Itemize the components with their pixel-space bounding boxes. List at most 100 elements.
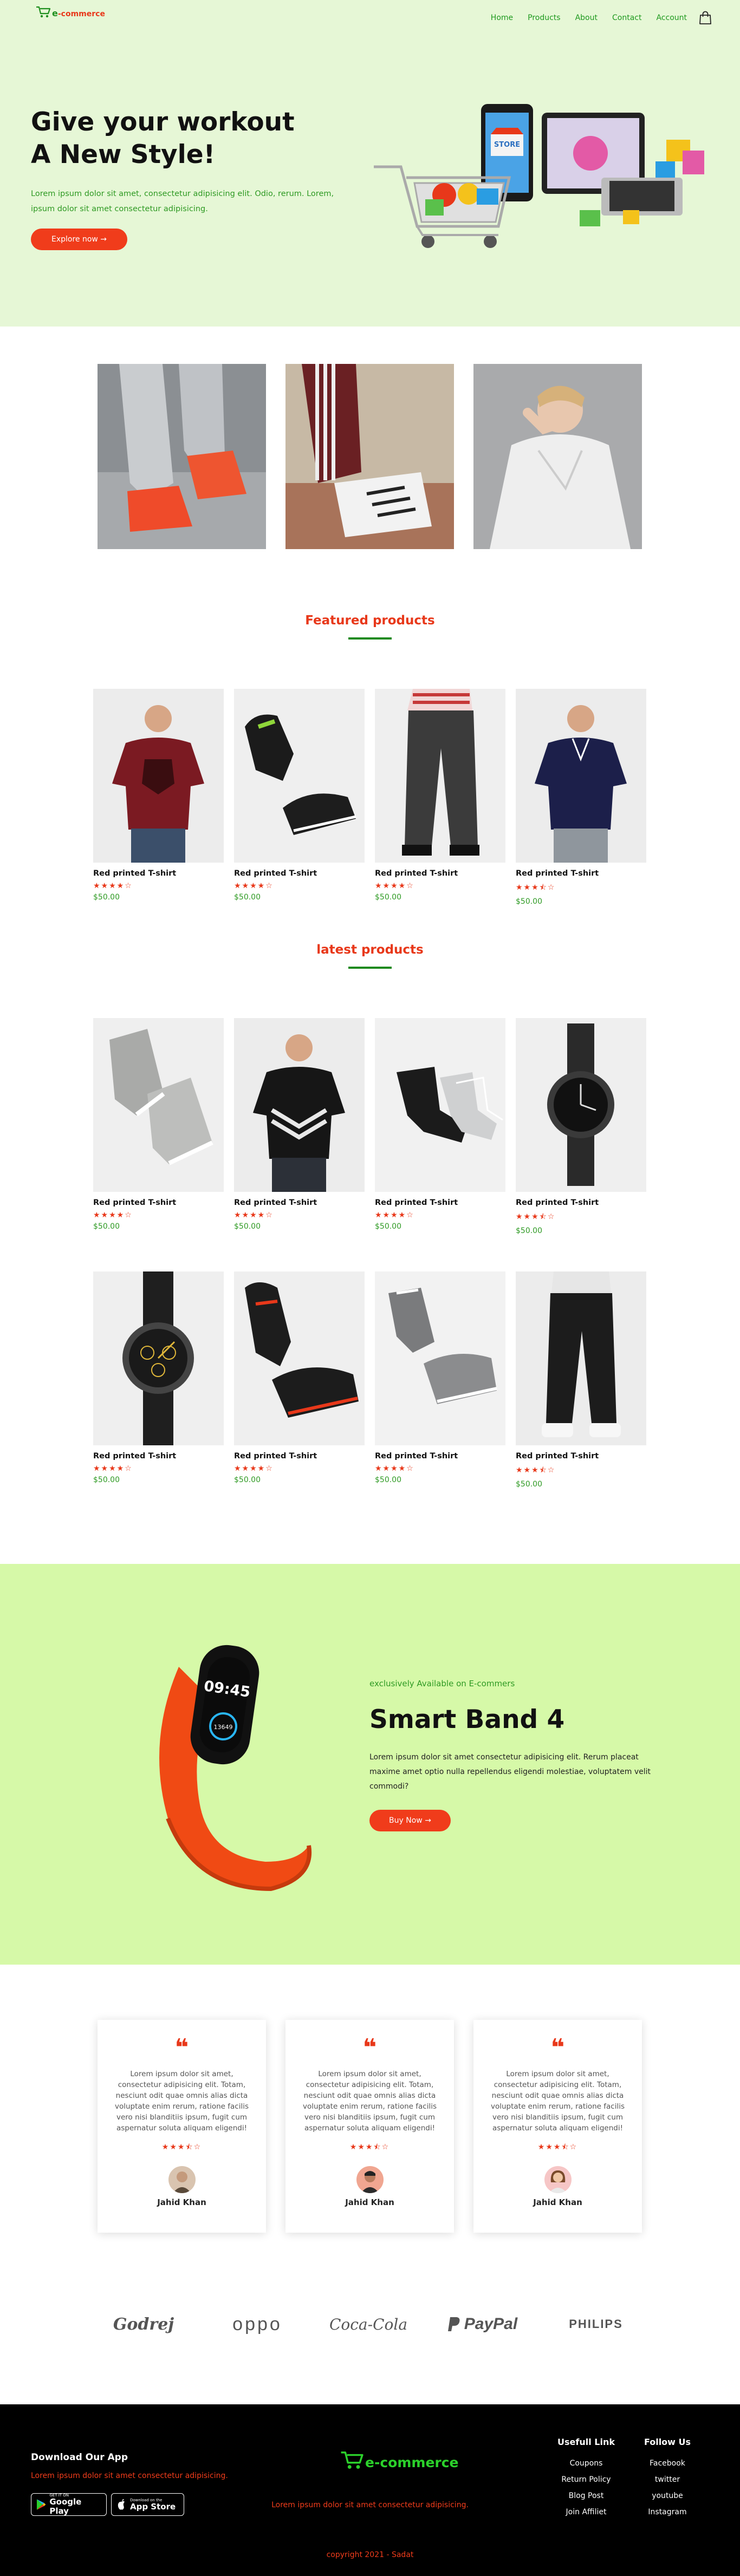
product-image-black-puma-tshirt[interactable] — [234, 1018, 365, 1192]
product-card[interactable]: Red printed T-shirt ★★★★☆ $50.00 — [375, 689, 505, 902]
testimonial-author: Jahid Khan — [533, 2197, 582, 2207]
product-name[interactable]: Red printed T-shirt — [93, 869, 224, 878]
brand-logo-cocacola[interactable]: Coca-Cola — [328, 2308, 409, 2340]
product-card[interactable]: Red printed T-shirt ★★★★☆ $50.00 — [93, 689, 224, 902]
product-name[interactable]: Red printed T-shirt — [516, 1452, 646, 1460]
product-name[interactable]: Red printed T-shirt — [234, 1198, 365, 1207]
footer-link-youtube[interactable]: youtube — [640, 2492, 694, 2500]
product-name[interactable]: Red printed T-shirt — [375, 1198, 505, 1207]
product-price: $50.00 — [375, 1476, 401, 1484]
testimonial-author: Jahid Khan — [345, 2197, 394, 2207]
product-name[interactable]: Red printed T-shirt — [234, 869, 365, 878]
shopping-bag-icon[interactable] — [699, 11, 712, 25]
product-card[interactable]: Red printed T-shirt ★★★⯪☆ $50.00 — [516, 1018, 646, 1235]
quote-icon: ❝ — [174, 2034, 189, 2062]
useful-links-title: Usefull Link — [557, 2437, 615, 2447]
category-image-striped-pants[interactable] — [285, 364, 454, 549]
product-image-black-watch[interactable] — [516, 1018, 646, 1192]
product-image-socks[interactable] — [375, 1018, 505, 1192]
product-card[interactable]: Red printed T-shirt ★★★★☆ $50.00 — [234, 1271, 365, 1484]
testimonial-card: ❝ Lorem ipsum dolor sit amet, consectetu… — [285, 2020, 454, 2233]
product-card[interactable]: Red printed T-shirt ★★★★☆ $50.00 — [375, 1271, 505, 1484]
product-rating-stars: ★★★★☆ — [93, 1464, 133, 1473]
footer-tagline: Lorem ipsum dolor sit amet consectetur a… — [271, 2501, 469, 2509]
testimonial-rating-stars: ★★★⯪☆ — [161, 2143, 202, 2151]
avatar — [356, 2166, 384, 2193]
nav-products[interactable]: Products — [528, 14, 560, 22]
quote-icon: ❝ — [362, 2034, 377, 2062]
footer-link-twitter[interactable]: twitter — [640, 2475, 694, 2484]
product-rating-stars: ★★★★☆ — [375, 1464, 414, 1473]
product-price: $50.00 — [375, 1222, 401, 1231]
nav-account[interactable]: Account — [656, 14, 687, 22]
quote-icon: ❝ — [550, 2034, 565, 2062]
product-card[interactable]: Red printed T-shirt ★★★★☆ $50.00 — [234, 1018, 365, 1231]
footer-link-facebook[interactable]: Facebook — [640, 2459, 694, 2468]
brand-logo-philips[interactable]: PHILIPS — [558, 2308, 634, 2340]
product-name[interactable]: Red printed T-shirt — [93, 1452, 224, 1460]
product-rating-stars: ★★★★☆ — [375, 1211, 414, 1219]
footer-link-blog-post[interactable]: Blog Post — [554, 2492, 619, 2500]
testimonial-rating-stars: ★★★⯪☆ — [537, 2143, 578, 2151]
product-image-red-tshirt[interactable] — [93, 689, 224, 863]
product-image-grey-running-shoes[interactable] — [375, 1271, 505, 1445]
product-image-black-shoes[interactable] — [234, 689, 365, 863]
footer-download-subtitle: Lorem ipsum dolor sit amet consectetur a… — [31, 2471, 228, 2480]
buy-now-button[interactable]: Buy Now → — [369, 1810, 451, 1831]
product-price: $50.00 — [375, 893, 401, 902]
footer-link-instagram[interactable]: Instagram — [640, 2508, 694, 2516]
product-card[interactable]: Red printed T-shirt ★★★★☆ $50.00 — [375, 1018, 505, 1231]
testimonial-card: ❝ Lorem ipsum dolor sit amet, consectetu… — [473, 2020, 642, 2233]
product-rating-stars: ★★★★☆ — [234, 882, 274, 890]
featured-title: Featured products — [305, 614, 435, 628]
latest-title-underline — [348, 967, 392, 969]
brand-logo-paypal[interactable]: PayPal — [436, 2308, 528, 2340]
product-rating-stars: ★★★★☆ — [93, 1211, 133, 1219]
product-name[interactable]: Red printed T-shirt — [93, 1198, 224, 1207]
product-price: $50.00 — [516, 1227, 542, 1235]
product-name[interactable]: Red printed T-shirt — [375, 869, 505, 878]
product-card[interactable]: Red printed T-shirt ★★★★☆ $50.00 — [93, 1018, 224, 1231]
product-image-chrono-watch[interactable] — [93, 1271, 224, 1445]
footer-link-return-policy[interactable]: Return Policy — [554, 2475, 619, 2484]
product-card[interactable]: Red printed T-shirt ★★★★☆ $50.00 — [234, 689, 365, 902]
nav-home[interactable]: Home — [491, 14, 513, 22]
site-logo[interactable]: e-commerce — [36, 5, 105, 18]
product-price: $50.00 — [93, 1222, 120, 1231]
product-image-grey-high-tops[interactable] — [93, 1018, 224, 1192]
avatar — [168, 2166, 196, 2193]
brand-logo-godrej[interactable]: Godrej — [106, 2308, 181, 2340]
explore-now-button[interactable]: Explore now → — [31, 229, 127, 250]
product-name[interactable]: Red printed T-shirt — [234, 1452, 365, 1460]
footer-link-join-affiliate[interactable]: Join Affiliet — [554, 2508, 619, 2516]
logo-text: e-commerce — [52, 8, 105, 18]
category-image-hoodie-model[interactable] — [473, 364, 642, 549]
product-name[interactable]: Red printed T-shirt — [516, 1198, 646, 1207]
product-card[interactable]: Red printed T-shirt ★★★★☆ $50.00 — [93, 1271, 224, 1484]
category-image-sneakers[interactable] — [98, 364, 266, 549]
product-rating-stars: ★★★⯪☆ — [516, 883, 556, 892]
product-rating-stars: ★★★★☆ — [234, 1464, 274, 1473]
product-card[interactable]: Red printed T-shirt ★★★⯪☆ $50.00 — [516, 689, 646, 906]
product-image-navy-polo[interactable] — [516, 689, 646, 863]
product-name[interactable]: Red printed T-shirt — [516, 869, 646, 878]
product-image-red-black-sneakers[interactable] — [234, 1271, 365, 1445]
nav-about[interactable]: About — [575, 14, 598, 22]
product-image-black-trackpants[interactable] — [516, 1271, 646, 1445]
product-price: $50.00 — [93, 1476, 120, 1484]
product-price: $50.00 — [516, 897, 542, 906]
nav-contact[interactable]: Contact — [612, 14, 641, 22]
product-name[interactable]: Red printed T-shirt — [375, 1452, 505, 1460]
footer-copyright: copyright 2021 - Sadat — [326, 2551, 414, 2559]
product-image-grey-joggers[interactable] — [375, 689, 505, 863]
footer-logo[interactable]: e-commerce — [340, 2450, 459, 2470]
product-price: $50.00 — [234, 1476, 261, 1484]
product-rating-stars: ★★★⯪☆ — [516, 1466, 556, 1475]
footer-link-coupons[interactable]: Coupons — [554, 2459, 619, 2468]
brand-logo-oppo[interactable]: oppo — [214, 2308, 301, 2340]
product-price: $50.00 — [234, 893, 261, 902]
product-price: $50.00 — [93, 893, 120, 902]
product-rating-stars: ★★★★☆ — [234, 1211, 274, 1219]
testimonial-text: Lorem ipsum dolor sit amet, consectetur … — [490, 2070, 625, 2132]
product-card[interactable]: Red printed T-shirt ★★★⯪☆ $50.00 — [516, 1271, 646, 1489]
